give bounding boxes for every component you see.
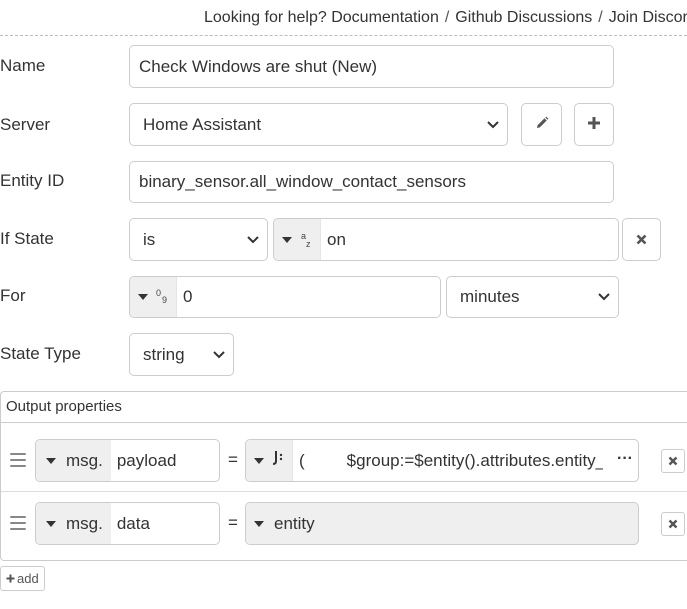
chevron-down-icon	[213, 349, 225, 361]
number-type-icon: 09	[154, 288, 170, 306]
add-label: add	[17, 571, 39, 586]
drag-handle-icon[interactable]	[10, 453, 26, 467]
documentation-link[interactable]: Documentation	[331, 9, 439, 26]
state-type-value: string	[143, 344, 185, 364]
help-prefix: Looking for help?	[204, 9, 327, 26]
expression-paren: (	[299, 450, 305, 470]
value-type-selector[interactable]	[246, 440, 293, 481]
caret-down-icon	[46, 520, 56, 527]
delete-row-button[interactable]	[661, 449, 685, 473]
chevron-down-icon	[247, 234, 259, 246]
value-input-data[interactable]: entity	[245, 502, 639, 545]
caret-down-icon	[254, 520, 264, 527]
github-discussions-link[interactable]: Github Discussions	[455, 9, 592, 26]
msg-type-selector[interactable]: msg.	[36, 440, 111, 481]
property-input-data[interactable]: msg. data	[35, 502, 220, 545]
for-label: For	[0, 286, 26, 305]
msg-prefix: msg.	[66, 513, 103, 533]
server-value: Home Assistant	[143, 114, 262, 134]
name-input[interactable]: Check Windows are shut (New)	[129, 45, 614, 88]
output-properties-title: Output properties	[1, 392, 687, 423]
property-name: data	[116, 513, 150, 533]
svg-text:0: 0	[156, 288, 161, 298]
if-state-label: If State	[0, 229, 54, 248]
jsonata-icon	[270, 449, 286, 472]
server-label: Server	[0, 115, 51, 134]
output-properties-panel: Output properties msg. payload = ( $grou…	[0, 391, 687, 561]
value-input-payload[interactable]: ( $group:=$entity().attributes.entity_ ·…	[245, 439, 639, 482]
for-unit-value: minutes	[460, 287, 520, 306]
if-state-operator-select[interactable]: is	[129, 218, 268, 261]
value-type-selector[interactable]: 09	[130, 277, 177, 317]
chevron-down-icon	[598, 291, 610, 303]
clear-state-button[interactable]	[622, 218, 661, 261]
join-discord-link[interactable]: Join Discord	[609, 9, 687, 26]
caret-down-icon	[46, 457, 56, 464]
if-state-value-input[interactable]: az on	[273, 218, 619, 261]
server-select[interactable]: Home Assistant	[129, 103, 508, 146]
property-input-payload[interactable]: msg. payload	[35, 439, 220, 482]
for-value: 0	[183, 287, 193, 306]
pencil-icon	[535, 115, 549, 135]
name-label: Name	[0, 56, 46, 75]
plus-icon	[587, 115, 601, 135]
help-bar: Looking for help? Documentation / Github D…	[204, 9, 687, 27]
operator-value: is	[143, 229, 156, 249]
divider	[0, 35, 687, 36]
value-type-selector[interactable]: az	[274, 219, 321, 260]
add-server-button[interactable]	[574, 103, 614, 146]
caret-down-icon	[254, 457, 264, 464]
separator: /	[444, 9, 450, 26]
close-icon	[668, 451, 678, 471]
add-property-button[interactable]: add	[0, 566, 45, 591]
chevron-down-icon	[487, 119, 499, 131]
value-type-label: entity	[274, 513, 315, 533]
expression-value: ( $group:=$entity().attributes.entity_	[293, 451, 603, 471]
name-value: Check Windows are shut (New)	[139, 56, 378, 76]
delete-row-button[interactable]	[661, 512, 685, 536]
for-value-input[interactable]: 09 0	[129, 276, 441, 318]
state-type-select[interactable]: string	[129, 333, 234, 376]
equals-sign: =	[228, 513, 238, 532]
state-type-label: State Type	[0, 344, 81, 363]
close-icon	[636, 230, 647, 250]
value-type-selector[interactable]	[246, 503, 266, 544]
for-unit-select[interactable]: minutes	[446, 276, 619, 318]
drag-handle-icon[interactable]	[10, 516, 26, 530]
msg-prefix: msg.	[66, 450, 103, 470]
edit-server-button[interactable]	[521, 103, 562, 146]
row-divider	[1, 491, 687, 492]
if-state-value: on	[327, 229, 346, 249]
entity-id-value: binary_sensor.all_window_contact_sensors	[139, 172, 466, 191]
string-type-icon: az	[298, 231, 314, 249]
caret-down-icon	[282, 236, 292, 243]
ellipsis-icon[interactable]: ···	[617, 450, 633, 468]
svg-text:9: 9	[162, 295, 167, 305]
equals-sign: =	[228, 450, 238, 469]
entity-id-label: Entity ID	[0, 171, 65, 190]
msg-type-selector[interactable]: msg.	[36, 503, 111, 544]
plus-icon	[6, 571, 15, 586]
property-name: payload	[116, 450, 177, 470]
expression-text: $group:=$entity().attributes.entity_	[346, 450, 603, 470]
close-icon	[668, 514, 678, 534]
svg-text:z: z	[306, 239, 311, 249]
separator: /	[598, 9, 603, 26]
caret-down-icon	[138, 294, 148, 300]
entity-id-input[interactable]: binary_sensor.all_window_contact_sensors	[129, 161, 614, 203]
